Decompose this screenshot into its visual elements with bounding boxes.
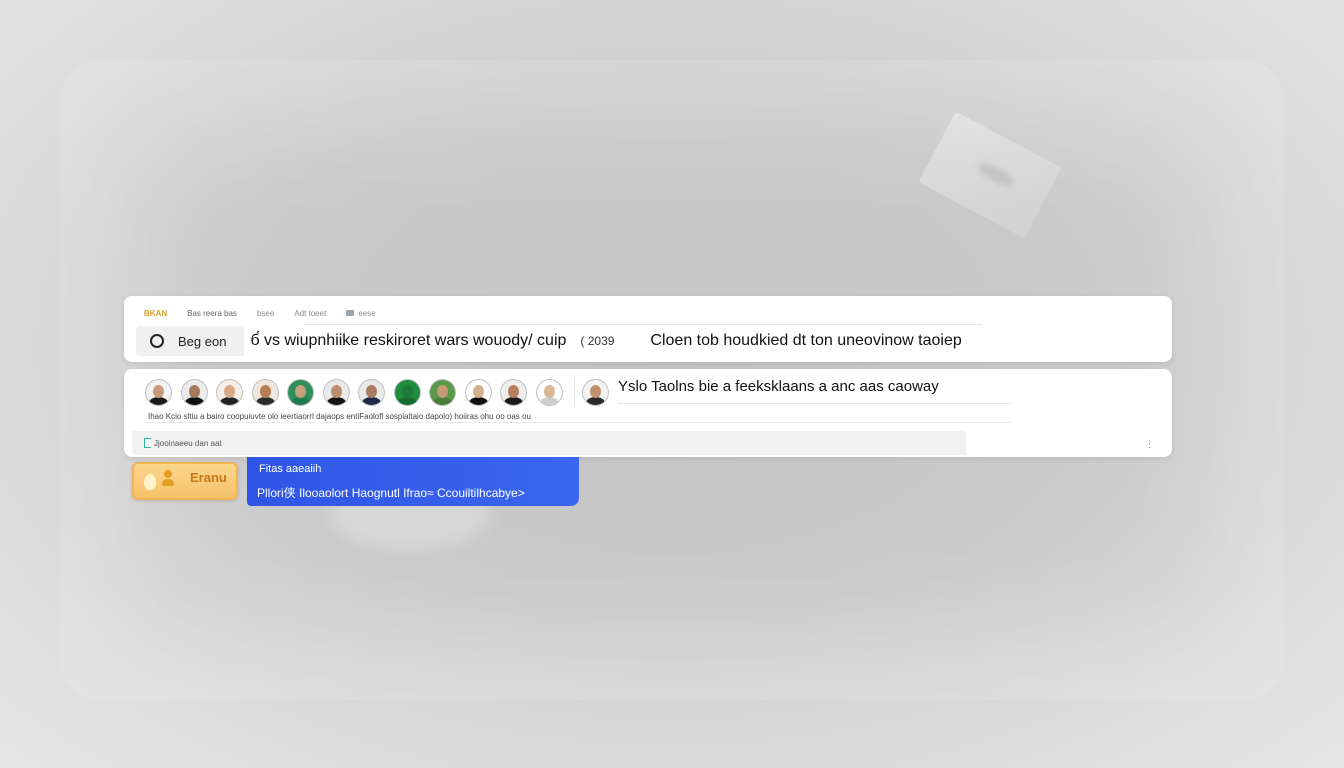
- avatar-face: [153, 384, 164, 398]
- avatar-5[interactable]: [288, 379, 313, 405]
- people-card: Yslo Taolns bie a feeksklaans a anc aas …: [124, 369, 1172, 457]
- hand-icon: [144, 474, 156, 490]
- avatar-shoulders: [220, 396, 239, 405]
- avatar-shoulders: [255, 396, 275, 405]
- avatar-12[interactable]: [536, 379, 562, 405]
- avatar-shoulders: [468, 396, 488, 405]
- avatar-face: [188, 384, 200, 398]
- avatar-shoulders: [184, 396, 204, 405]
- avatar-4[interactable]: [252, 379, 278, 405]
- filter-tabs: BKAN Bas reera bas bsee Adt toeet eese: [144, 306, 376, 320]
- avatar-1[interactable]: [146, 379, 171, 405]
- avatar-11[interactable]: [501, 379, 526, 405]
- tab-videos[interactable]: Adt toeet: [294, 309, 326, 318]
- avatar-shoulders: [539, 396, 559, 405]
- avatar-face: [508, 384, 519, 398]
- tab-divider: [304, 324, 982, 325]
- avatar-face: [330, 384, 342, 398]
- footer-label: Jjooinaeeu dan aat: [154, 438, 222, 448]
- search-icon: [150, 334, 164, 348]
- avatar-6[interactable]: [323, 379, 349, 405]
- avatar-shoulders: [326, 396, 346, 405]
- avatar-face: [259, 384, 271, 398]
- search-suggestion[interactable]: Cloen tob houdkied dt ton uneovinow taoi…: [650, 332, 961, 350]
- avatar-face: [401, 384, 413, 398]
- people-names: Ihao Kcio sltiu a bairo coopuiuvte olo i…: [148, 412, 531, 421]
- document-icon: [346, 310, 355, 317]
- avatar-shoulders: [397, 396, 417, 405]
- avatar-face: [543, 384, 555, 398]
- avatar-13[interactable]: [583, 379, 608, 405]
- tab-news[interactable]: bsee: [257, 309, 274, 318]
- avatar-8[interactable]: [394, 379, 420, 405]
- photo-smudge: [974, 159, 1017, 191]
- blue-panel-text: Pllori侠 Ilooaolort Haognutl Ifrao≈ Ccoui…: [257, 486, 525, 500]
- search-input[interactable]: б́ vs wiupnhiike reskiroret wars wouody/…: [250, 332, 566, 350]
- avatar-10[interactable]: [465, 379, 491, 405]
- search-scope-label: Beg eon: [178, 333, 227, 349]
- tab-all[interactable]: Bas reera bas: [187, 309, 237, 318]
- avatar-face: [366, 384, 377, 398]
- blue-panel-title: Fitas aaeaiih: [259, 463, 322, 475]
- avatar-9[interactable]: [430, 379, 455, 405]
- blue-info-panel[interactable]: Fitas aaeaiih Pllori侠 Ilooaolort Haognut…: [247, 457, 579, 506]
- more-menu-icon[interactable]: ⋮: [1145, 439, 1154, 450]
- avatar-3[interactable]: [217, 379, 242, 405]
- avatar-2[interactable]: [181, 379, 207, 405]
- person-icon: [162, 470, 174, 488]
- people-heading: Yslo Taolns bie a feeksklaans a anc aas …: [618, 378, 939, 395]
- avatar-shoulders: [433, 396, 452, 405]
- people-footer[interactable]: Jjooinaeeu dan aat: [132, 431, 966, 455]
- avatar-face: [590, 384, 601, 398]
- avatar-face: [437, 384, 448, 398]
- avatar-shoulders: [504, 396, 523, 405]
- tab-docs[interactable]: eese: [346, 308, 376, 318]
- search-bar[interactable]: Beg eon б́ vs wiupnhiike reskiroret wars…: [136, 326, 1160, 356]
- avatar-shoulders: [362, 396, 381, 405]
- avatar-face: [472, 384, 484, 398]
- avatar-separator: [574, 379, 575, 405]
- tab-docs-label: eese: [358, 308, 376, 318]
- avatar-face: [224, 384, 235, 398]
- tab-brand[interactable]: BKAN: [144, 309, 167, 318]
- search-scope-area[interactable]: Beg eon: [136, 326, 245, 356]
- search-year: ( 2039: [580, 334, 615, 348]
- avatar-7[interactable]: [359, 379, 384, 405]
- avatar-shoulders: [291, 396, 310, 405]
- search-card: BKAN Bas reera bas bsee Adt toeet eese B…: [124, 296, 1172, 362]
- orange-badge-label: Eranu: [190, 470, 227, 485]
- orange-badge-button[interactable]: Eranu: [132, 462, 238, 500]
- names-divider: [144, 422, 1012, 423]
- avatar-shoulders: [149, 396, 168, 405]
- bracket-icon: [144, 438, 151, 448]
- avatar-strip: [146, 379, 619, 405]
- avatar-shoulders: [586, 396, 605, 405]
- avatar-face: [295, 384, 306, 398]
- people-divider: [618, 403, 1012, 404]
